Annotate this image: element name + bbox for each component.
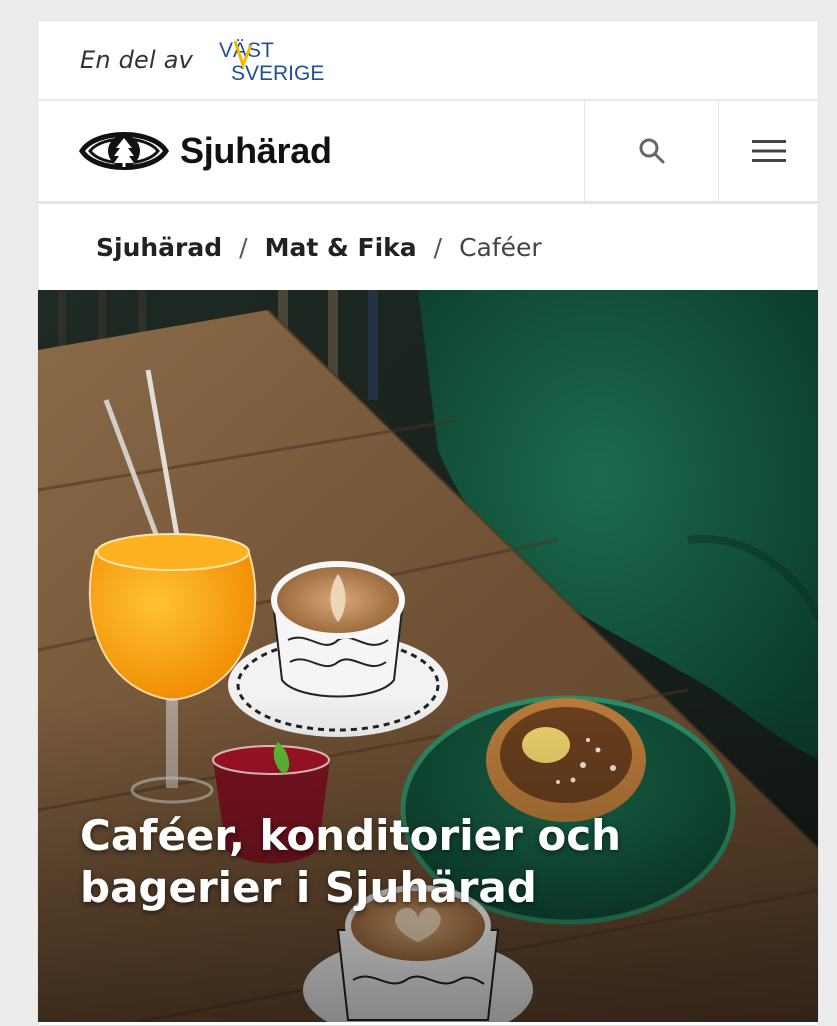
eye-tree-icon [79,132,169,170]
vastsverige-logo[interactable]: VÄST SVERIGE [215,35,327,85]
breadcrumb-separator: / [239,232,248,262]
logo-bottom-text: SVERIGE [231,62,324,85]
menu-button[interactable] [718,101,818,201]
search-icon [639,138,664,164]
site-logo[interactable]: Sjuhärad [38,101,584,201]
mobile-page: En del av VÄST SVERIGE Sjuhärad Sjuhärad… [37,20,819,1026]
hero-banner: Caféer, konditorier och bagerier i Sjuhä… [38,290,818,1022]
site-header: Sjuhärad [38,101,818,204]
hamburger-menu-icon [751,140,786,162]
breadcrumb: Sjuhärad / Mat & Fika / Caféer [38,204,818,290]
hero-title: Caféer, konditorier och bagerier i Sjuhä… [80,811,622,912]
partner-prefix: En del av [80,46,194,74]
breadcrumb-current: Caféer [459,232,542,262]
breadcrumb-link-mat-fika[interactable]: Mat & Fika [265,233,417,262]
breadcrumb-separator: / [433,232,443,262]
partner-bar: En del av VÄST SVERIGE [38,21,818,101]
search-button[interactable] [584,101,718,201]
site-name: Sjuhärad [180,130,332,171]
breadcrumb-link-sjuharad[interactable]: Sjuhärad [96,233,222,262]
